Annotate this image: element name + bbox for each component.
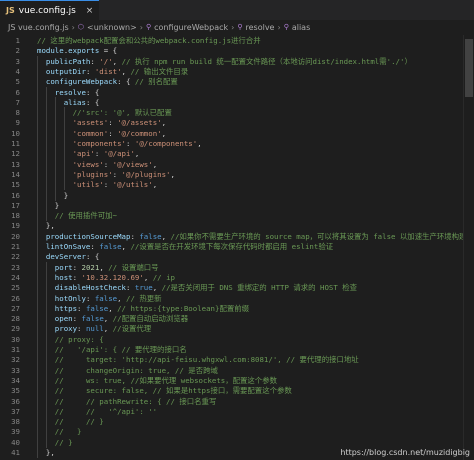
- close-icon[interactable]: ×: [86, 6, 94, 16]
- javascript-file-icon: JS: [6, 6, 15, 15]
- breadcrumb: JS vue.config.js › ⬡ <unknown> › ⚲ configureWe…: [0, 20, 474, 34]
- breadcrumb-item[interactable]: <unknown>: [87, 23, 137, 32]
- tab-vue-config[interactable]: JS vue.config.js ×: [0, 0, 100, 20]
- breadcrumb-separator-icon: ›: [231, 22, 235, 32]
- symbol-icon: ⚲: [145, 23, 152, 31]
- tab-title: vue.config.js: [18, 5, 76, 16]
- code-editor[interactable]: 1// 这里的webpack配置会和公共的webpack.config.js进行…: [0, 35, 474, 460]
- breadcrumb-separator-icon: ›: [277, 22, 281, 32]
- line-number: 41: [11, 448, 20, 457]
- code-text: },: [45, 448, 55, 457]
- breadcrumb-separator-icon: ›: [139, 22, 143, 32]
- watermark: https://blog.csdn.net/muzidigbig: [340, 448, 470, 457]
- breadcrumb-separator-icon: ›: [71, 22, 75, 32]
- scrollbar-thumb[interactable]: [465, 39, 473, 97]
- editor-tabbar: JS vue.config.js ×: [0, 0, 474, 20]
- vertical-scrollbar[interactable]: [463, 35, 474, 460]
- breadcrumb-item[interactable]: resolve: [246, 23, 275, 32]
- symbol-icon: ⚲: [237, 23, 243, 31]
- breadcrumb-item[interactable]: alias: [292, 23, 310, 32]
- breadcrumb-item[interactable]: configureWebpack: [154, 23, 228, 32]
- symbol-icon: ⚲: [283, 23, 289, 31]
- symbol-icon: ⬡: [77, 23, 84, 31]
- breadcrumb-item[interactable]: JS vue.config.js: [8, 23, 69, 32]
- indent-guide: [37, 447, 38, 458]
